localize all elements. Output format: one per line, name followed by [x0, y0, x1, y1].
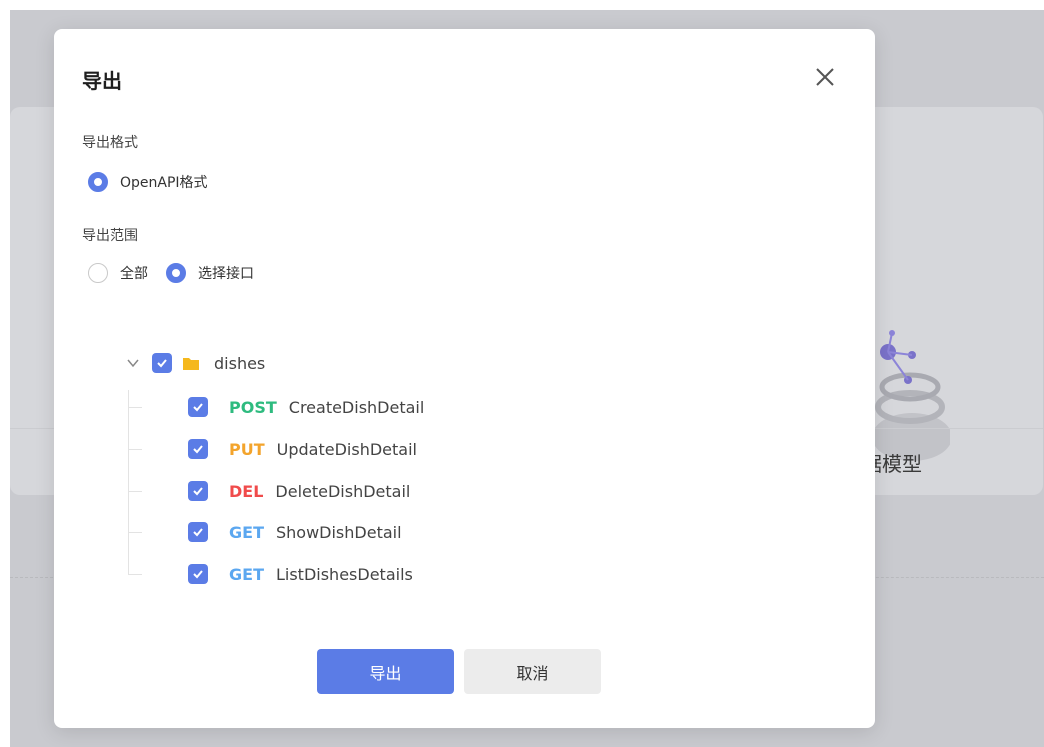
format-section-label: 导出格式 [82, 135, 138, 151]
tree-connector [128, 406, 142, 408]
folder-checkbox[interactable] [152, 353, 172, 373]
format-radio-group: OpenAPI格式 [88, 172, 226, 192]
method-badge: DEL [229, 481, 264, 501]
item-checkbox[interactable] [188, 439, 208, 459]
dialog-title: 导出 [82, 69, 122, 93]
scope-option-select-label: 选择接口 [198, 266, 254, 282]
checkmark-icon [193, 403, 203, 412]
endpoint-name: UpdateDishDetail [276, 439, 417, 459]
format-option-openapi[interactable]: OpenAPI格式 [88, 172, 208, 192]
method-badge: POST [229, 397, 277, 417]
endpoint-name: ShowDishDetail [275, 522, 402, 542]
scope-radio-group: 全部 选择接口 [88, 263, 272, 283]
method-badge: GET [229, 522, 264, 542]
folder-icon [183, 358, 199, 370]
checkmark-icon [193, 570, 203, 579]
radio-checked-icon[interactable] [88, 172, 108, 192]
tree-connector [128, 573, 142, 575]
export-dialog: 导出 导出格式 OpenAPI格式 导出范围 全部 选择接口 dishes PO… [54, 29, 875, 728]
checkmark-icon [157, 359, 167, 368]
tree-folder-dishes[interactable]: dishes [126, 353, 265, 373]
checkmark-icon [193, 528, 203, 537]
radio-unchecked-icon[interactable] [88, 263, 108, 283]
checkmark-icon [193, 487, 203, 496]
tree-connector [128, 531, 142, 533]
scope-option-all-label: 全部 [120, 266, 148, 282]
export-button[interactable]: 导出 [317, 649, 454, 694]
tree-item[interactable]: GET ShowDishDetail [128, 520, 402, 544]
endpoint-name: CreateDishDetail [288, 397, 425, 417]
item-checkbox[interactable] [188, 397, 208, 417]
method-badge: PUT [229, 439, 265, 459]
item-checkbox[interactable] [188, 522, 208, 542]
cancel-button[interactable]: 取消 [464, 649, 601, 694]
scope-option-all[interactable]: 全部 [88, 263, 148, 283]
close-icon[interactable] [810, 62, 840, 92]
endpoint-name: DeleteDishDetail [275, 481, 411, 501]
radio-checked-icon[interactable] [166, 263, 186, 283]
tree-item[interactable]: PUT UpdateDishDetail [128, 437, 417, 461]
folder-name: dishes [214, 353, 266, 373]
checkmark-icon [193, 445, 203, 454]
scope-option-select[interactable]: 选择接口 [166, 263, 254, 283]
tree-connector [128, 490, 142, 492]
method-badge: GET [229, 564, 264, 584]
tree-item[interactable]: GET ListDishesDetails [128, 562, 413, 586]
item-checkbox[interactable] [188, 564, 208, 584]
chevron-down-icon[interactable] [126, 356, 140, 370]
scope-section-label: 导出范围 [82, 228, 138, 244]
tree-connector [128, 448, 142, 450]
tree-item[interactable]: DEL DeleteDishDetail [128, 479, 410, 503]
endpoint-name: ListDishesDetails [275, 564, 413, 584]
format-option-label: OpenAPI格式 [120, 175, 208, 191]
tree-item[interactable]: POST CreateDishDetail [128, 395, 424, 419]
item-checkbox[interactable] [188, 481, 208, 501]
